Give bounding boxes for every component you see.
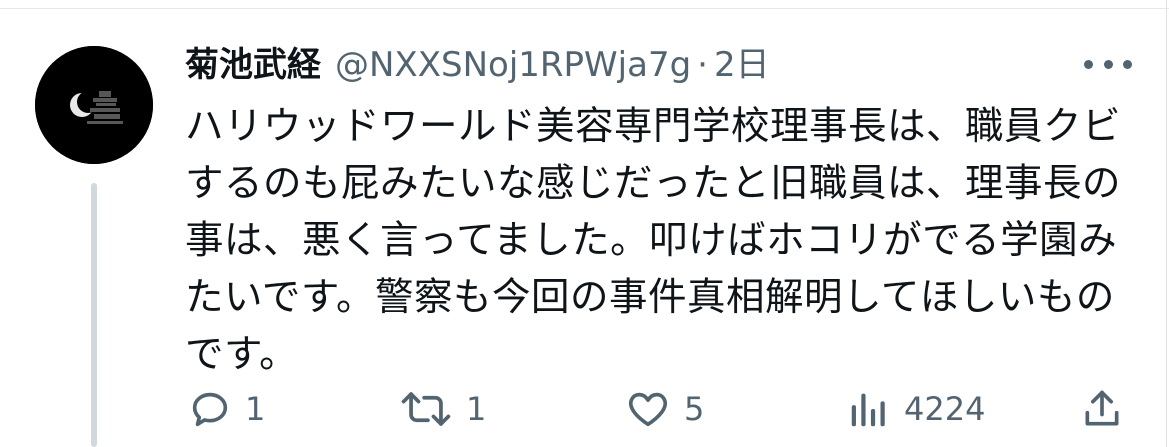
tweet-text: ハリウッドワールド美容専門学校理事長は、職員クビ するのも屁みたいな感じだったと… — [185, 104, 1122, 377]
retweet-button[interactable]: 1 — [398, 384, 486, 434]
display-name[interactable]: 菊池武経 — [185, 40, 321, 90]
views-button[interactable]: 4224 — [846, 384, 985, 434]
right-border — [1166, 0, 1167, 447]
share-button[interactable] — [1080, 384, 1124, 434]
action-bar: 1 1 5 4224 — [0, 384, 1169, 434]
like-count: 5 — [684, 390, 705, 428]
tweet-card[interactable]: 菊池武経 @NXXSNoj1RPWja7g · 2日 ハリウッドワールド美容専門… — [0, 0, 1169, 447]
top-divider — [0, 8, 1169, 9]
tweet-header: 菊池武経 @NXXSNoj1RPWja7g · 2日 — [185, 40, 770, 90]
timestamp[interactable]: 2日 — [714, 40, 770, 90]
retweet-icon — [398, 386, 454, 432]
more-horizontal-icon[interactable] — [1084, 54, 1132, 74]
more-dot — [1084, 59, 1093, 69]
analytics-icon — [846, 386, 892, 432]
share-icon — [1080, 386, 1124, 432]
more-dot — [1103, 59, 1113, 69]
reply-icon — [187, 386, 233, 432]
reply-count: 1 — [245, 390, 266, 428]
avatar[interactable] — [35, 46, 153, 164]
like-button[interactable]: 5 — [624, 384, 704, 434]
heart-icon — [624, 386, 672, 432]
views-count: 4224 — [904, 390, 986, 428]
user-handle[interactable]: @NXXSNoj1RPWja7g — [335, 40, 691, 90]
reply-button[interactable]: 1 — [187, 384, 265, 434]
more-dot — [1123, 59, 1132, 69]
retweet-count: 1 — [466, 390, 487, 428]
separator-dot: · — [697, 45, 708, 85]
